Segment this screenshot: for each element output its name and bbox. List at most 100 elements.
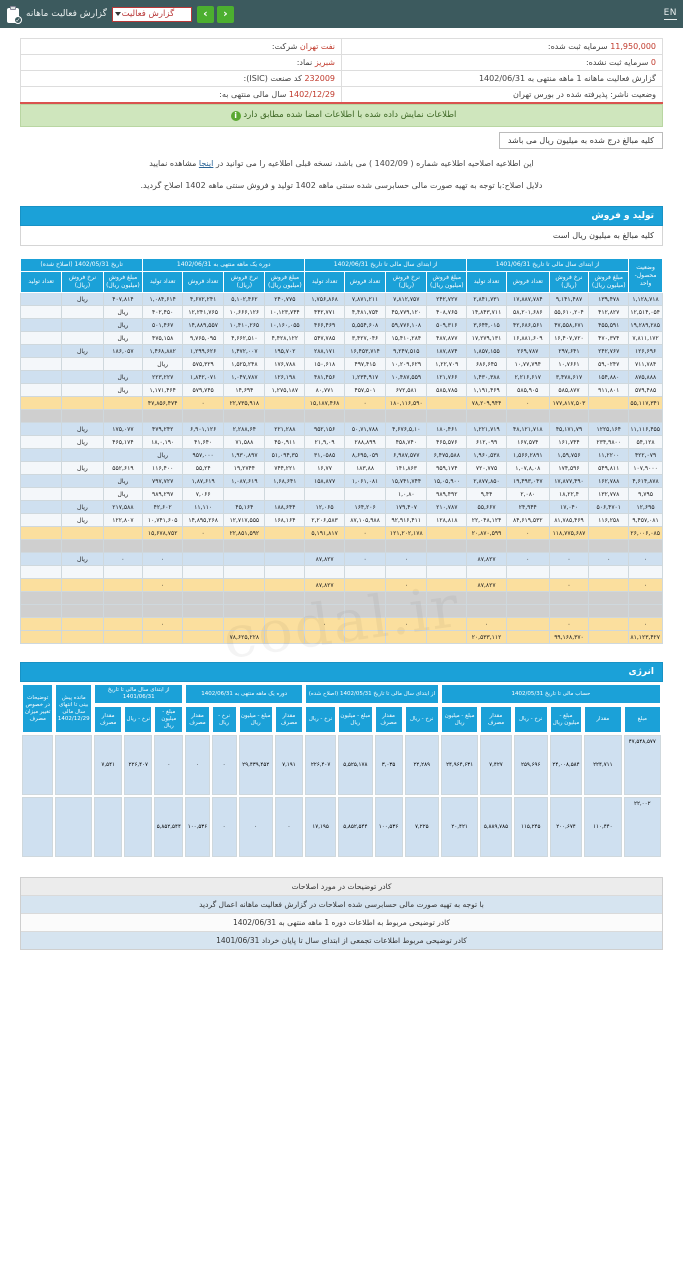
table-cell: ۰ (102, 552, 144, 566)
table-cell (304, 565, 345, 579)
table-cell: ۷,۱۹۱ (274, 735, 303, 795)
table-cell (19, 396, 63, 410)
table-cell: ۲۴,۹۴۴ (505, 500, 550, 514)
table-cell: ۱۲۱,۲۰۲,۱۷۸ (385, 526, 428, 540)
table-cell (426, 409, 468, 423)
table-cell (102, 617, 144, 631)
table-cell: ۹۵۷,۰۰۰ (182, 448, 225, 462)
table-cell: ۴۸۷,۸۷۷ (426, 331, 468, 345)
table-cell (19, 448, 63, 462)
table-cell: ۱۸۳,۸۸ (343, 461, 387, 475)
table-cell (304, 409, 345, 423)
table-cell: ۰ (343, 552, 387, 566)
table-cell: ۱۵۴,۸۸۰ (588, 370, 630, 384)
table-cell: ۱۶۸,۱۶۴ (264, 513, 306, 527)
table-cell (102, 565, 144, 579)
table-cell: ۹,۴۵۷,۰۸۱ (628, 513, 663, 527)
table-cell: ۵۰۱,۴۶۷ (142, 318, 184, 332)
prev-report-button[interactable]: ‹ (216, 5, 234, 23)
report-type-select[interactable]: گزارش فعالیت (111, 6, 192, 22)
table-cell: ۱۴۱,۸۶۳ (385, 461, 428, 475)
table-cell: ۱۴,۸۴۳,۷۱۱ (466, 305, 507, 319)
table-cell: ۴۵۸,۷۴۰ (385, 435, 428, 449)
table-cell (466, 604, 507, 618)
table-cell (22, 797, 54, 857)
table-cell (19, 526, 63, 540)
table-cell: ۹۲,۹۱۶,۴۱۱ (385, 513, 428, 527)
table-cell: ۴۵,۱۷۱,۷۹ (548, 422, 590, 436)
table-cell (61, 331, 104, 345)
table-cell: ۱۳۹,۴۷۸ (588, 292, 630, 306)
th-e-rate-d: نرخ - ریال (304, 706, 337, 733)
table-cell: ۷,۴۲۷ (480, 735, 512, 795)
table-cell: ۵,۸۸۹,۷۸۵ (480, 797, 512, 857)
company-name-cell: نفت تهران شرکت: (20, 38, 342, 55)
table-cell (19, 513, 63, 527)
table-cell: ۱۶۱,۷۴۴ (548, 435, 590, 449)
publisher-status-label: وضعیت ناشر: پذیرفته شده در بورس تهران (512, 90, 656, 99)
th-e-amount-a: مبلغ (623, 706, 661, 733)
table-cell: ۹۵۲,۱۵۶ (304, 422, 345, 436)
table-cell (142, 630, 184, 644)
symbol-value: شبریز (314, 58, 335, 67)
table-cell: ۰ (548, 617, 590, 631)
company-name-value: نفت تهران (299, 42, 335, 51)
table-cell: ۱,۵۹,۷۵۶ (548, 448, 590, 462)
info-row-isic: گزارش فعالیت ماهانه 1 ماهه منتهی به 1402… (20, 70, 663, 87)
table-cell (264, 396, 306, 410)
table-cell (102, 604, 144, 618)
energy-table-head: حساب مالی تا تاریخ 1402/05/31 از ابتدای … (22, 684, 661, 733)
amendment-reason: دلایل اصلاح:با توجه به تهیه صورت مالی حس… (140, 181, 543, 190)
table-cell: ۱۸۸,۶۴۴ (264, 500, 306, 514)
table-cell: ۵۸۵,۸۷۷ (548, 383, 590, 397)
th-sale-count-1: تعداد فروش (505, 271, 550, 293)
table-cell: ۱۱۶,۴۰۰ (142, 461, 184, 475)
table-cell: ۴۱,۶۴۰ (182, 435, 225, 449)
th-sale-amount-1: مبلغ فروش (میلیون ریال) (588, 271, 630, 293)
table-cell: ریال (61, 461, 104, 475)
table-cell: ریال (61, 344, 104, 358)
table-cell (628, 539, 663, 553)
table-cell: ۵۰۹,۳۱۶ (426, 318, 468, 332)
note-row: کادر توضیحی مربوط به اطلاعات دوره 1 ماهه… (21, 914, 662, 932)
table-cell (505, 578, 550, 592)
table-cell: ۳,۴۲۷,۰۴۶ (343, 331, 387, 345)
table-row: ۸۷۵,۸۸۸ ۱۵۴,۸۸۰ ۳,۴۷۸,۶۱۷ ۲,۲۱۶,۶۱۷ ۱,۴۳۰,۳۸… (19, 370, 663, 384)
table-cell: ۲۴۲,۷۶۷ (588, 344, 630, 358)
table-cell: ۱,۵۲۵,۲۴۸ (223, 357, 266, 371)
table-cell: ۶,۹۸۷,۵۷۷ (385, 448, 428, 462)
table-cell: ریال (102, 331, 144, 345)
table-cell: ۹,۷۹۵ (628, 487, 663, 501)
table-cell (548, 591, 590, 605)
table-cell: ۱۵۸,۸۷۷ (304, 474, 345, 488)
table-cell: ۹۸۹,۲۹۷ (142, 487, 184, 501)
energy-sub-header-row: مبلغ مقدار مبلغ - میلیون ریال نرخ - ریال… (22, 706, 661, 733)
next-report-button[interactable]: › (196, 5, 214, 23)
previous-notice-link[interactable]: اینجا (199, 159, 213, 168)
table-cell: ۱۵,۷۴۱,۷۴۴ (385, 474, 428, 488)
table-row: ۰ ۰ ۰ ۰ ۰ ۰ (19, 617, 663, 631)
table-cell: ۷,۲۲۵ (404, 797, 439, 857)
table-cell: ۲۲,۰۰۲ (623, 797, 661, 857)
table-cell: ۴,۶۷۶,۵,۱۰ (385, 422, 428, 436)
table-cell (588, 630, 630, 644)
table-cell (61, 474, 104, 488)
table-cell: ۰ (142, 578, 184, 592)
th-e-amount-b: مبلغ - میلیون ریال (549, 706, 583, 733)
table-row: ۹,۴۵۷,۰۸۱ ۱۱۶,۲۵۸ ۸۱,۷۸۵,۴۶۹ ۸۴,۶۱۹,۵۳۲ ۲۲,۰… (19, 513, 663, 527)
table-cell: ریال (61, 500, 104, 514)
table-cell: ۰ (505, 396, 550, 410)
table-cell: ۸۷۵,۸۸۸ (628, 370, 663, 384)
table-cell: ۱۹,۴۹۳,۰۴۷ (505, 474, 550, 488)
table-cell: ۱,۴۳۰,۳۸۸ (466, 370, 507, 384)
table-cell: ۰ (588, 552, 630, 566)
table-cell (223, 578, 266, 592)
table-cell (61, 318, 104, 332)
table-cell: ۰ (385, 578, 428, 592)
info-row-symbol: 0 سرمایه ثبت نشده: شبریز نماد: (20, 54, 663, 71)
language-toggle-button[interactable]: EN (663, 8, 677, 20)
table-cell: ۱۰۰,۵۳۶ (185, 797, 210, 857)
table-cell: ۱۰,۴۸۷,۵۵۹ (385, 370, 428, 384)
th-energy-group-4: از ابتدای سال مالی تا تاریخ 1401/06/31 (94, 684, 184, 704)
table-cell (264, 591, 306, 605)
